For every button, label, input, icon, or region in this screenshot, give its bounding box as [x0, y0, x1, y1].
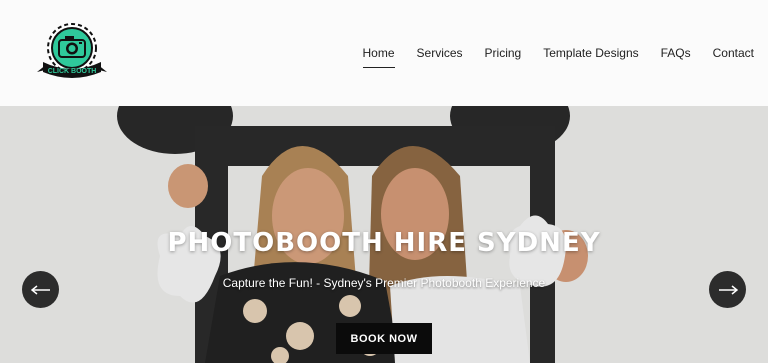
arrow-left-icon [30, 284, 50, 295]
hero-subtitle: Capture the Fun! - Sydney's Premier Phot… [222, 276, 546, 290]
nav-template-designs[interactable]: Template Designs [543, 45, 638, 61]
nav-faqs[interactable]: FAQs [661, 45, 691, 61]
slider-next-button[interactable] [709, 271, 746, 308]
slider-prev-button[interactable] [22, 271, 59, 308]
book-now-button[interactable]: BOOK NOW [336, 323, 432, 354]
hero-slider: PHOTOBOOTH HIRE SYDNEY Capture the Fun! … [0, 106, 768, 363]
site-header: CLICK BOOTH Home Services Pricing Templa… [0, 0, 768, 106]
svg-text:CLICK BOOTH: CLICK BOOTH [48, 68, 97, 75]
camera-logo-icon: CLICK BOOTH [37, 23, 107, 78]
hero-title: PHOTOBOOTH HIRE SYDNEY [167, 228, 601, 258]
nav-contact[interactable]: Contact [713, 45, 754, 61]
click-booth-logo[interactable]: CLICK BOOTH [33, 20, 111, 84]
main-nav: Home Services Pricing Template Designs F… [362, 45, 754, 68]
nav-pricing[interactable]: Pricing [485, 45, 522, 61]
nav-home[interactable]: Home [362, 45, 395, 68]
nav-services[interactable]: Services [417, 45, 463, 61]
arrow-right-icon [718, 284, 738, 295]
